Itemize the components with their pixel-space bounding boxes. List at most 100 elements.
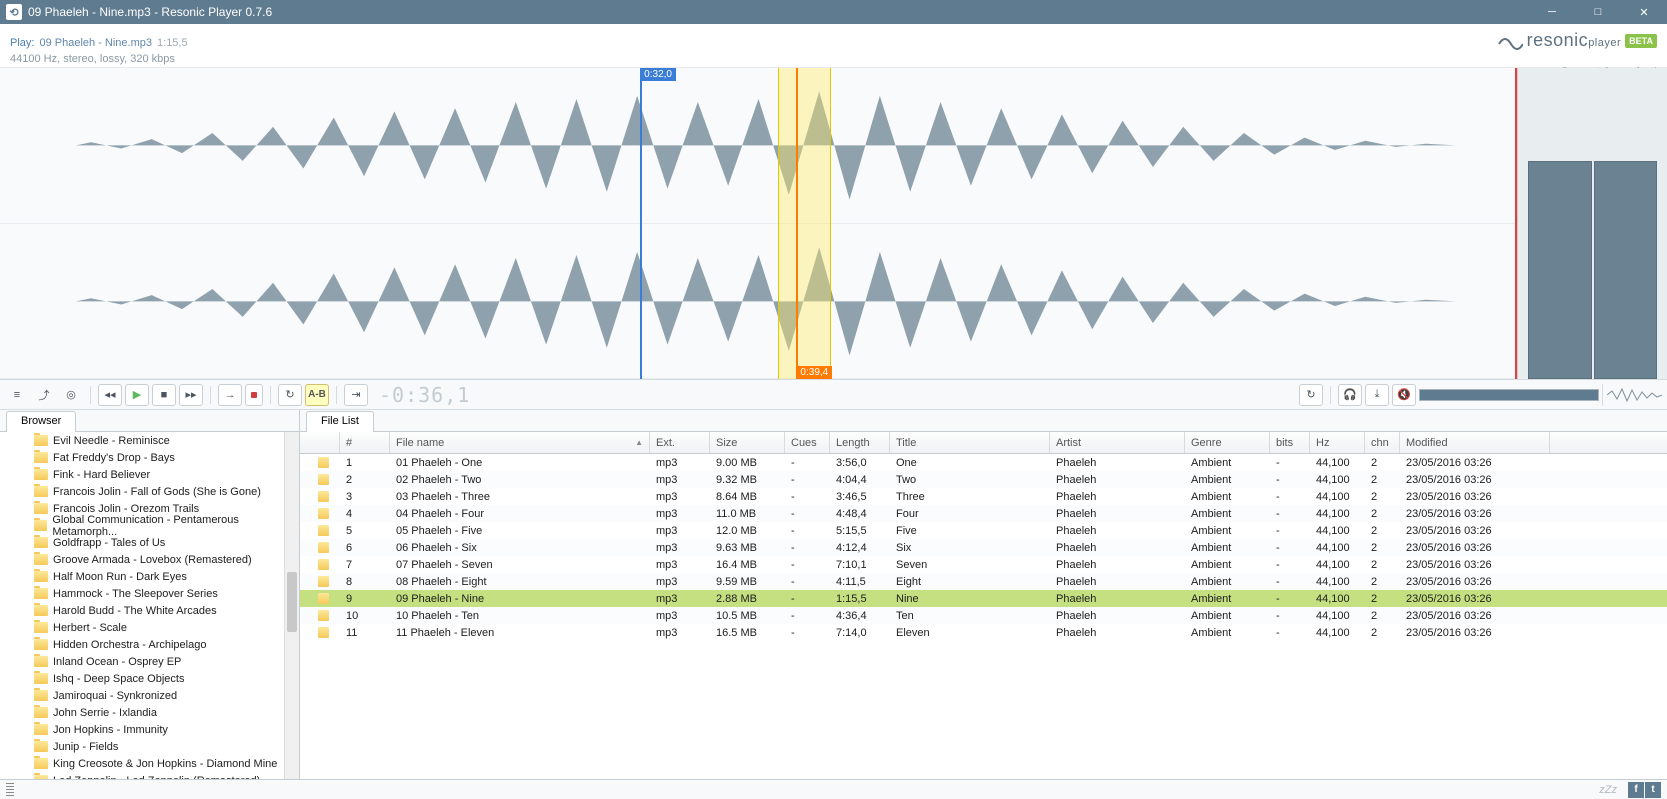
play-button[interactable]: ▶ bbox=[125, 384, 149, 406]
cell-fname: 09 Phaeleh - Nine bbox=[390, 593, 650, 605]
stop-button[interactable]: ■ bbox=[152, 384, 176, 406]
cell-num: 5 bbox=[340, 525, 390, 537]
ab-loop-button[interactable]: A-B bbox=[305, 384, 329, 406]
table-row[interactable]: 505 Phaeleh - Fivemp312.0 MB-5:15,5FiveP… bbox=[300, 522, 1667, 539]
cell-len: 4:36,4 bbox=[830, 610, 890, 622]
headphone-button[interactable]: 🎧 bbox=[1338, 384, 1362, 406]
cue-marker-blue[interactable]: 0:32,0 bbox=[640, 68, 642, 379]
twitter-icon[interactable]: t bbox=[1645, 782, 1661, 798]
folder-item[interactable]: Fat Freddy's Drop - Bays bbox=[0, 449, 299, 466]
minimize-button[interactable]: ─ bbox=[1529, 0, 1575, 24]
folder-item[interactable]: Inland Ocean - Osprey EP bbox=[0, 653, 299, 670]
browser-panel[interactable]: Evil Needle - ReminisceFat Freddy's Drop… bbox=[0, 432, 300, 779]
next-button[interactable]: ▸▸ bbox=[179, 384, 203, 406]
col-num[interactable]: # bbox=[340, 432, 390, 453]
folder-label: Led Zeppelin - Led Zeppelin (Remastered) bbox=[53, 775, 260, 779]
col-title[interactable]: Title bbox=[890, 432, 1050, 453]
folder-item[interactable]: Hammock - The Sleepover Series bbox=[0, 585, 299, 602]
tab-browser[interactable]: Browser bbox=[6, 411, 76, 432]
table-row[interactable]: 606 Phaeleh - Sixmp39.63 MB-4:12,4SixPha… bbox=[300, 539, 1667, 556]
col-icon[interactable] bbox=[300, 432, 340, 453]
table-body[interactable]: 101 Phaeleh - Onemp39.00 MB-3:56,0OnePha… bbox=[300, 454, 1667, 779]
loop-region[interactable] bbox=[778, 68, 831, 379]
folder-item[interactable]: Herbert - Scale bbox=[0, 619, 299, 636]
col-artist[interactable]: Artist bbox=[1050, 432, 1185, 453]
cell-cues: - bbox=[785, 610, 830, 622]
loop-button[interactable]: ↻ bbox=[278, 384, 302, 406]
waveform-channel-left[interactable] bbox=[0, 68, 1517, 224]
col-genre[interactable]: Genre bbox=[1185, 432, 1270, 453]
folder-item[interactable]: Ishq - Deep Space Objects bbox=[0, 670, 299, 687]
waveform-channel-right[interactable] bbox=[0, 224, 1517, 380]
folder-item[interactable]: Junip - Fields bbox=[0, 738, 299, 755]
file-icon bbox=[318, 457, 329, 468]
col-chn[interactable]: chn bbox=[1365, 432, 1400, 453]
table-row[interactable]: 1010 Phaeleh - Tenmp310.5 MB-4:36,4TenPh… bbox=[300, 607, 1667, 624]
col-bits[interactable]: bits bbox=[1270, 432, 1310, 453]
maximize-button[interactable]: □ bbox=[1575, 0, 1621, 24]
table-row[interactable]: 909 Phaeleh - Ninemp32.88 MB-1:15,5NineP… bbox=[300, 590, 1667, 607]
folder-item[interactable]: Global Communication - Pentamerous Metam… bbox=[0, 517, 299, 534]
table-row[interactable]: 707 Phaeleh - Sevenmp316.4 MB-7:10,1Seve… bbox=[300, 556, 1667, 573]
col-hz[interactable]: Hz bbox=[1310, 432, 1365, 453]
folder-item[interactable]: Harold Budd - The White Arcades bbox=[0, 602, 299, 619]
sleep-indicator[interactable]: zZz bbox=[1599, 784, 1617, 796]
browser-scrollbar[interactable] bbox=[284, 432, 299, 779]
table-row[interactable]: 202 Phaeleh - Twomp39.32 MB-4:04,4TwoPha… bbox=[300, 471, 1667, 488]
col-modified[interactable]: Modified bbox=[1400, 432, 1550, 453]
table-row[interactable]: 101 Phaeleh - Onemp39.00 MB-3:56,0OnePha… bbox=[300, 454, 1667, 471]
mute-button[interactable]: 🔇 bbox=[1392, 384, 1416, 406]
status-grip[interactable] bbox=[6, 783, 14, 797]
folder-item[interactable]: John Serrie - Ixlandia bbox=[0, 704, 299, 721]
table-row[interactable]: 404 Phaeleh - Fourmp311.0 MB-4:48,4FourP… bbox=[300, 505, 1667, 522]
folder-item[interactable]: Half Moon Run - Dark Eyes bbox=[0, 568, 299, 585]
row-icon-cell bbox=[300, 576, 340, 587]
folder-item[interactable]: Francois Jolin - Fall of Gods (She is Go… bbox=[0, 483, 299, 500]
col-filename[interactable]: File name▲ bbox=[390, 432, 650, 453]
folder-item[interactable]: Fink - Hard Believer bbox=[0, 466, 299, 483]
menu-button[interactable]: ≡ bbox=[5, 384, 29, 406]
browser-scroll-thumb[interactable] bbox=[287, 572, 297, 632]
folder-item[interactable]: King Creosote & Jon Hopkins - Diamond Mi… bbox=[0, 755, 299, 772]
cue-marker-orange[interactable]: 0:39,4 bbox=[796, 68, 798, 379]
waveform-area[interactable]: 0:32,0 0:39,4 bbox=[0, 68, 1667, 380]
skip-forward-button[interactable]: → bbox=[218, 384, 242, 406]
facebook-icon[interactable]: f bbox=[1628, 782, 1644, 798]
file-icon bbox=[318, 627, 329, 638]
output-button[interactable]: ⤓ bbox=[1365, 384, 1389, 406]
volume-slider[interactable] bbox=[1419, 389, 1599, 401]
folder-item[interactable]: Evil Needle - Reminisce bbox=[0, 432, 299, 449]
cell-cues: - bbox=[785, 491, 830, 503]
folder-item[interactable]: Jon Hopkins - Immunity bbox=[0, 721, 299, 738]
record-indicator[interactable] bbox=[245, 384, 263, 406]
col-size[interactable]: Size bbox=[710, 432, 785, 453]
settings-button[interactable]: ◎ bbox=[59, 384, 83, 406]
folder-label: Hidden Orchestra - Archipelago bbox=[53, 639, 206, 651]
cell-artist: Phaeleh bbox=[1050, 559, 1185, 571]
col-ext[interactable]: Ext. bbox=[650, 432, 710, 453]
tab-filelist[interactable]: File List bbox=[306, 411, 374, 432]
mini-waveform[interactable] bbox=[1602, 384, 1662, 406]
refresh-button[interactable]: ↻ bbox=[1299, 384, 1323, 406]
table-row[interactable]: 1111 Phaeleh - Elevenmp316.5 MB-7:14,0El… bbox=[300, 624, 1667, 641]
titlebar[interactable]: ⟲ 09 Phaeleh - Nine.mp3 - Resonic Player… bbox=[0, 0, 1667, 24]
folder-item[interactable]: Hidden Orchestra - Archipelago bbox=[0, 636, 299, 653]
waveform-svg-right bbox=[0, 224, 1517, 379]
cell-bits: - bbox=[1270, 474, 1310, 486]
up-folder-button[interactable]: ⤴ bbox=[32, 384, 56, 406]
folder-item[interactable]: Led Zeppelin - Led Zeppelin (Remastered) bbox=[0, 772, 299, 779]
cell-title: Three bbox=[890, 491, 1050, 503]
col-cues[interactable]: Cues bbox=[785, 432, 830, 453]
cell-cues: - bbox=[785, 525, 830, 537]
table-row[interactable]: 303 Phaeleh - Threemp38.64 MB-3:46,5Thre… bbox=[300, 488, 1667, 505]
col-length[interactable]: Length bbox=[830, 432, 890, 453]
folder-item[interactable]: Jamiroquai - Synkronized bbox=[0, 687, 299, 704]
crossfade-button[interactable]: ⇥ bbox=[344, 384, 368, 406]
close-button[interactable]: ✕ bbox=[1621, 0, 1667, 24]
waveform-main[interactable]: 0:32,0 0:39,4 bbox=[0, 68, 1517, 379]
cell-mod: 23/05/2016 03:26 bbox=[1400, 559, 1550, 571]
table-row[interactable]: 808 Phaeleh - Eightmp39.59 MB-4:11,5Eigh… bbox=[300, 573, 1667, 590]
folder-label: Goldfrapp - Tales of Us bbox=[53, 537, 165, 549]
folder-item[interactable]: Groove Armada - Lovebox (Remastered) bbox=[0, 551, 299, 568]
prev-button[interactable]: ◂◂ bbox=[98, 384, 122, 406]
